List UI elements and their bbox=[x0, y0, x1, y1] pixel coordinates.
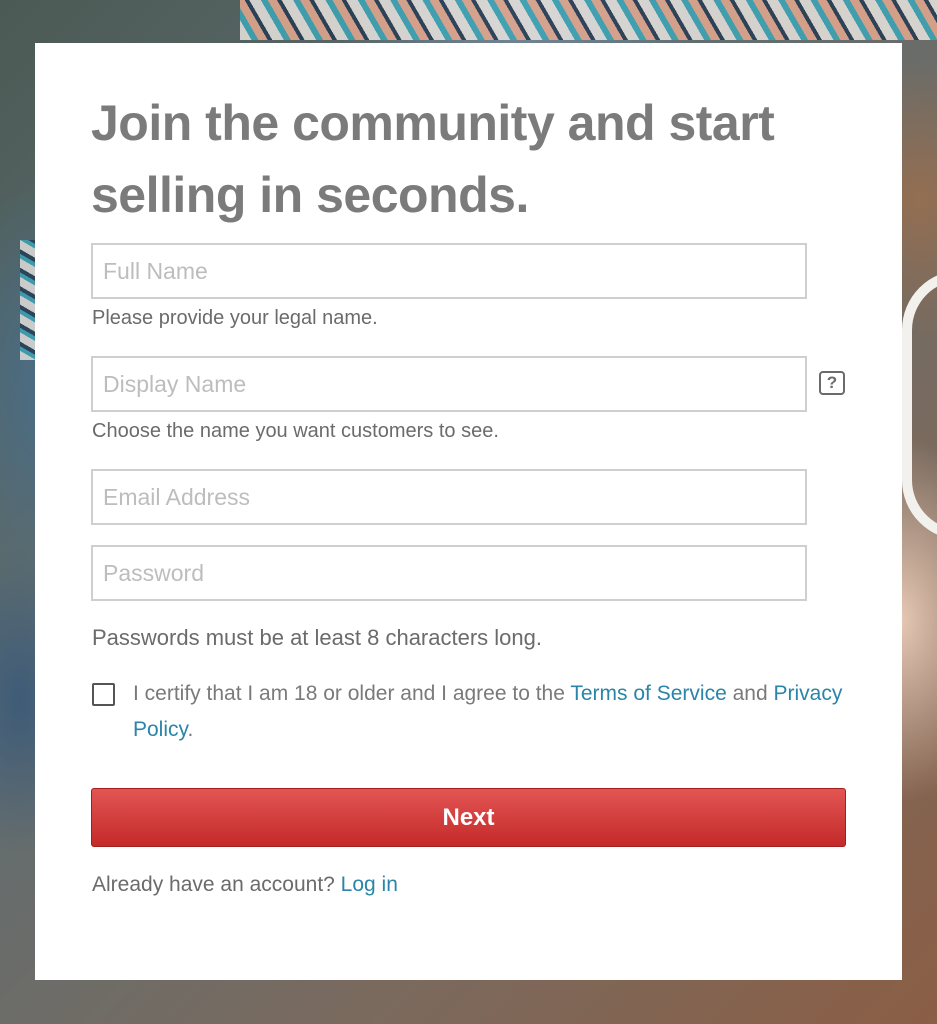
terms-suffix: . bbox=[187, 718, 194, 741]
age-terms-checkbox[interactable] bbox=[92, 683, 115, 706]
background-sunglasses bbox=[902, 270, 937, 540]
login-link[interactable]: Log in bbox=[341, 873, 398, 896]
password-input[interactable] bbox=[91, 545, 807, 601]
background-scarf-pattern bbox=[20, 240, 36, 360]
password-requirement-note: Passwords must be at least 8 characters … bbox=[92, 625, 542, 650]
display-name-hint: Choose the name you want customers to se… bbox=[92, 420, 499, 442]
display-name-input[interactable] bbox=[91, 356, 807, 412]
login-prompt: Already have an account? Log in bbox=[92, 873, 398, 897]
next-button[interactable]: Next bbox=[91, 788, 846, 847]
terms-middle: and bbox=[726, 682, 774, 705]
terms-of-service-link[interactable]: Terms of Service bbox=[570, 682, 726, 705]
signup-card: Join the community and start selling in … bbox=[35, 43, 902, 980]
background-headband-pattern bbox=[240, 0, 937, 40]
login-prompt-text: Already have an account? bbox=[92, 873, 341, 896]
terms-prefix: I certify that I am 18 or older and I ag… bbox=[133, 682, 571, 705]
full-name-hint: Please provide your legal name. bbox=[92, 307, 378, 329]
full-name-input[interactable] bbox=[91, 243, 807, 299]
terms-agreement-text: I certify that I am 18 or older and I ag… bbox=[133, 676, 853, 748]
email-input[interactable] bbox=[91, 469, 807, 525]
help-icon[interactable]: ? bbox=[819, 371, 845, 395]
page-title: Join the community and start selling in … bbox=[91, 95, 775, 223]
